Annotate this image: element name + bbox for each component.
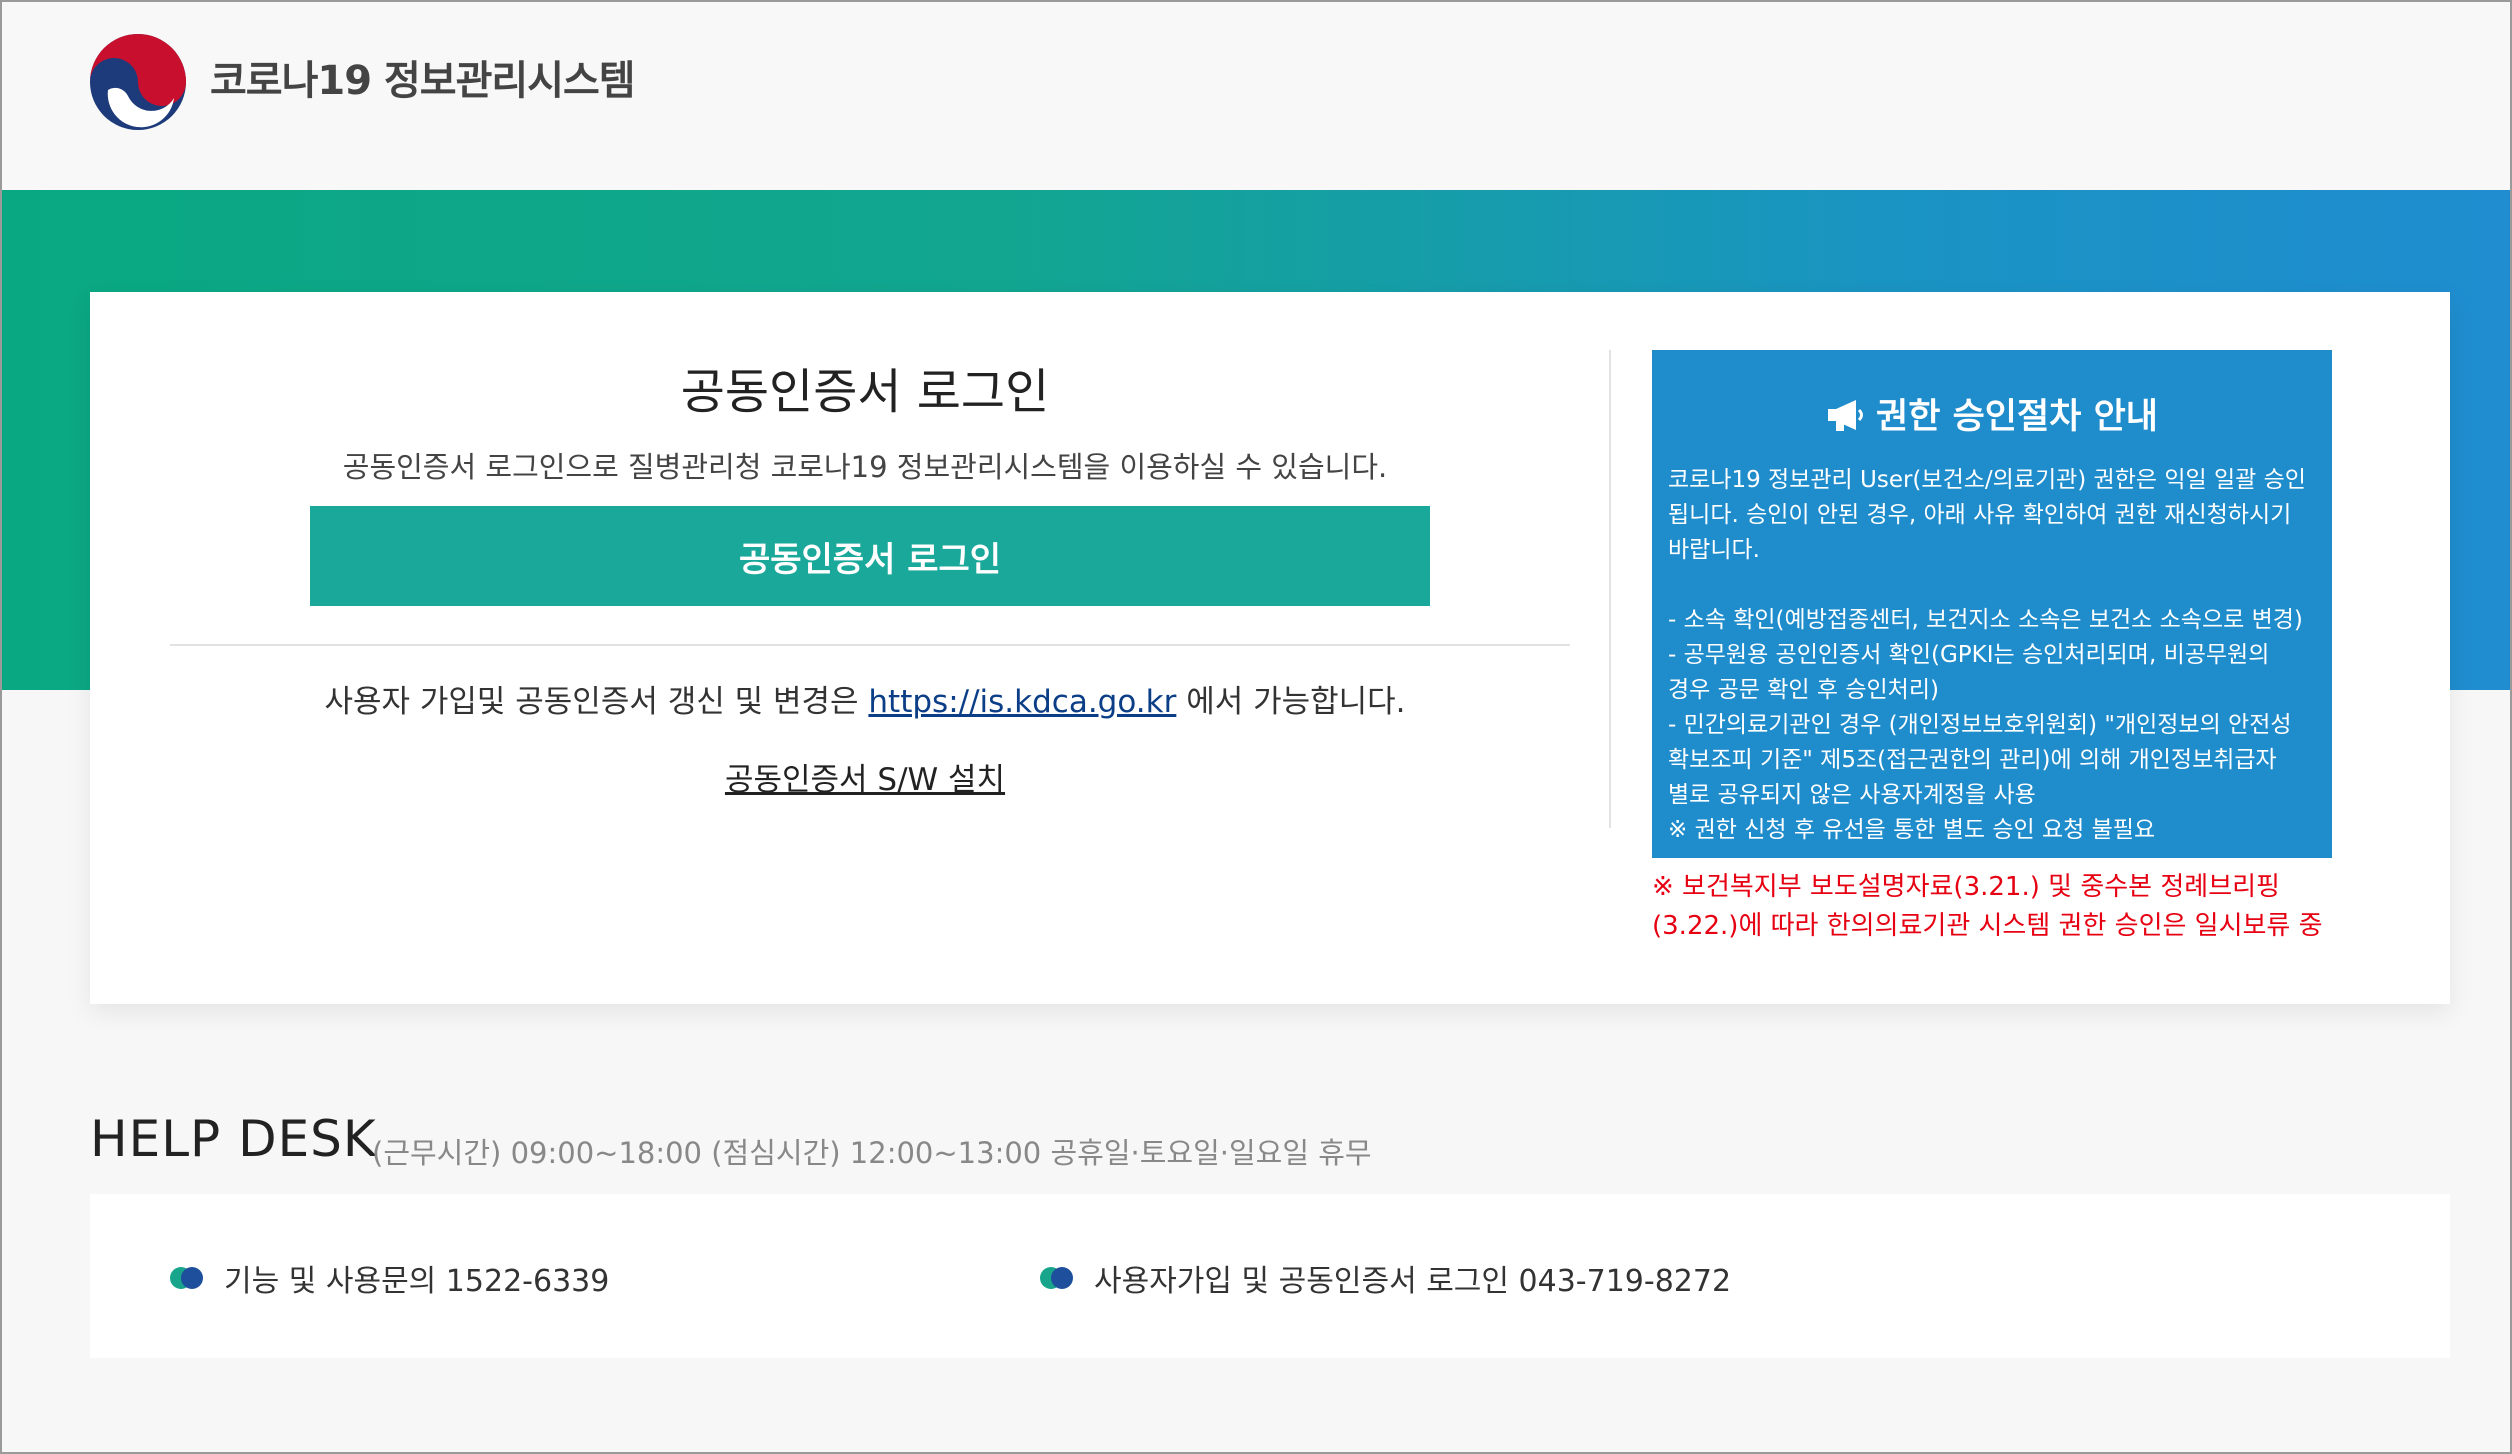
site-title[interactable]: 코로나19 정보관리시스템 — [210, 48, 636, 106]
notice-body: 코로나19 정보관리 User(보건소/의료기관) 권한은 익일 일괄 승인 됩… — [1668, 467, 2306, 843]
vertical-divider — [1609, 350, 1611, 828]
helpdesk-item-text: 기능 및 사용문의 1522-6339 — [224, 1264, 610, 1299]
helpdesk-box: 기능 및 사용문의 1522-6339 사용자가입 및 공동인증서 로그인 04… — [90, 1194, 2450, 1358]
bullet-dots-icon — [1040, 1267, 1076, 1289]
approval-notice-box: 권한 승인절차 안내 코로나19 정보관리 User(보건소/의료기관) 권한은… — [1652, 350, 2332, 858]
helpdesk-item: 기능 및 사용문의 1522-6339 — [170, 1256, 609, 1300]
bullet-dots-icon — [170, 1267, 206, 1289]
notice-title-row: 권한 승인절차 안내 — [1668, 388, 2316, 439]
signup-info: 사용자 가입및 공동인증서 갱신 및 변경은 https://is.kdca.g… — [90, 676, 1640, 721]
sw-install-row: 공동인증서 S/W 설치 — [90, 754, 1640, 799]
login-description: 공동인증서 로그인으로 질병관리청 코로나19 정보관리시스템을 이용하실 수 … — [342, 450, 1388, 484]
divider — [170, 644, 1570, 646]
notice-warning: ※ 보건복지부 보도설명자료(3.21.) 및 중수본 정례브리핑 (3.22.… — [1652, 872, 2323, 941]
login-title: 공동인증서 로그인 — [680, 364, 1050, 420]
taegeuk-logo-icon[interactable] — [88, 32, 188, 132]
sw-install-link[interactable]: 공동인증서 S/W 설치 — [725, 762, 1005, 798]
login-card: 공동인증서 로그인 공동인증서 로그인으로 질병관리청 코로나19 정보관리시스… — [90, 292, 2450, 1004]
notice-title: 권한 승인절차 안내 — [1876, 397, 2158, 437]
signup-suffix: 에서 가능합니다. — [1186, 684, 1406, 720]
helpdesk-item-text: 사용자가입 및 공동인증서 로그인 043-719-8272 — [1094, 1264, 1732, 1299]
signup-prefix: 사용자 가입및 공동인증서 갱신 및 변경은 — [324, 684, 859, 720]
helpdesk-item: 사용자가입 및 공동인증서 로그인 043-719-8272 — [1040, 1256, 1731, 1300]
megaphone-icon — [1828, 400, 1863, 431]
kdca-link[interactable]: https://is.kdca.go.kr — [868, 684, 1176, 720]
certificate-login-button[interactable]: 공동인증서 로그인 — [310, 506, 1430, 606]
helpdesk-title: HELP DESK — [90, 1110, 377, 1168]
helpdesk-hours: (근무시간) 09:00~18:00 (점심시간) 12:00~13:00 공휴… — [372, 1136, 1372, 1170]
header: 코로나19 정보관리시스템 — [2, 2, 2510, 190]
